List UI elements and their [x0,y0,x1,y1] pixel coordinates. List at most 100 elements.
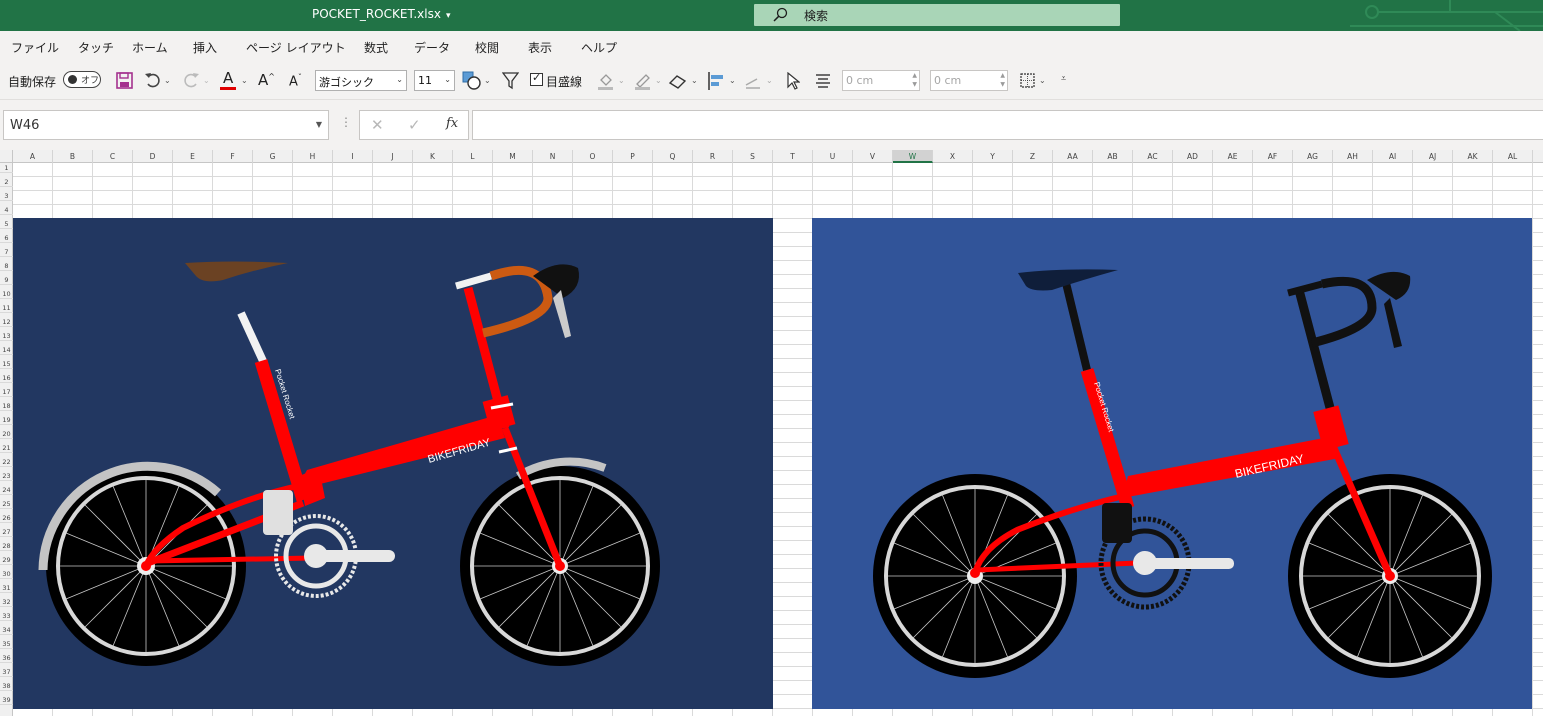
column-header[interactable]: W [893,150,933,163]
column-header[interactable]: H [293,150,333,163]
menu-home[interactable]: ホーム [132,39,168,56]
undo-icon[interactable] [144,72,162,89]
column-header[interactable]: E [173,150,213,163]
row-header[interactable]: 2 [0,177,13,187]
row-header[interactable]: 15 [0,359,13,369]
more-options-icon[interactable]: ⋮ [340,115,352,129]
formula-input[interactable] [472,110,1543,140]
column-header[interactable]: AE [1213,150,1253,163]
row-header[interactable]: 22 [0,457,13,467]
row-header[interactable]: 23 [0,471,13,481]
row-header[interactable]: 25 [0,499,13,509]
filter-icon[interactable] [502,72,519,90]
chevron-down-icon[interactable]: ▾ [446,11,451,21]
save-icon[interactable] [116,72,133,89]
row-header[interactable]: 14 [0,345,13,355]
row-header[interactable]: 32 [0,597,13,607]
eraser-dropdown-icon[interactable]: ⌄ [691,76,698,85]
row-header[interactable]: 16 [0,373,13,383]
row-header[interactable]: 31 [0,583,13,593]
row-header[interactable]: 11 [0,303,13,313]
cancel-icon[interactable]: ✕ [371,116,384,134]
column-header[interactable]: X [933,150,973,163]
row-header[interactable]: 29 [0,555,13,565]
row-header[interactable]: 30 [0,569,13,579]
customize-toolbar-icon[interactable]: ⩡ [1061,74,1066,84]
row-header[interactable]: 28 [0,541,13,551]
column-header[interactable]: F [213,150,253,163]
column-header[interactable]: AH [1333,150,1373,163]
text-align-icon[interactable] [815,73,831,88]
row-header[interactable]: 6 [0,233,13,243]
gridlines-checkbox[interactable]: ✓ [530,71,543,86]
row-header[interactable]: 36 [0,653,13,663]
column-header[interactable]: AG [1293,150,1333,163]
column-header[interactable]: L [453,150,493,163]
menu-insert[interactable]: 挿入 [193,39,217,56]
column-header[interactable]: P [613,150,653,163]
row-header[interactable]: 21 [0,443,13,453]
row-header[interactable]: 37 [0,667,13,677]
row-header[interactable]: 8 [0,261,13,271]
menu-view[interactable]: 表示 [528,39,552,56]
column-header[interactable]: O [573,150,613,163]
column-header[interactable]: AK [1453,150,1493,163]
row-header[interactable]: 17 [0,387,13,397]
shape-height-input[interactable]: 0 cm ▲ ▼ [842,70,920,91]
autosave-toggle[interactable]: オフ [63,71,101,88]
select-objects-icon[interactable] [786,72,800,90]
decrease-font-icon[interactable]: Aˇ [289,73,302,89]
font-name-select[interactable]: 游ゴシック ⌄ [315,70,407,91]
row-header[interactable]: 9 [0,275,13,285]
column-header[interactable]: Q [653,150,693,163]
row-header[interactable]: 27 [0,527,13,537]
menu-review[interactable]: 校閲 [475,39,499,56]
rotate-icon[interactable] [743,71,763,91]
row-header[interactable]: 7 [0,247,13,257]
line-color-icon[interactable] [633,71,653,91]
shapes-icon[interactable] [462,71,482,90]
menu-formulas[interactable]: 数式 [364,39,388,56]
column-header[interactable]: Z [1013,150,1053,163]
chevron-down-icon[interactable]: ▼ [316,120,322,129]
column-header[interactable]: AI [1373,150,1413,163]
spinner-icon[interactable]: ▲ ▼ [1000,71,1005,89]
row-header[interactable]: 4 [0,205,13,215]
column-header[interactable]: AL [1493,150,1533,163]
column-header[interactable]: A [13,150,53,163]
column-header[interactable]: AB [1093,150,1133,163]
row-header[interactable]: 35 [0,639,13,649]
row-header[interactable]: 13 [0,331,13,341]
column-header[interactable]: D [133,150,173,163]
column-header[interactable]: B [53,150,93,163]
row-header[interactable]: 38 [0,681,13,691]
rotate-dropdown-icon[interactable]: ⌄ [766,76,773,85]
column-header[interactable]: R [693,150,733,163]
row-header[interactable]: 12 [0,317,13,327]
row-header[interactable]: 10 [0,289,13,299]
row-header[interactable]: 34 [0,625,13,635]
row-header[interactable]: 1 [0,163,13,173]
redo-dropdown-icon[interactable]: ⌄ [203,76,210,85]
line-color-dropdown-icon[interactable]: ⌄ [655,76,662,85]
borders-icon[interactable] [1020,73,1035,88]
row-header[interactable]: 3 [0,191,13,201]
column-header[interactable]: AD [1173,150,1213,163]
row-header[interactable]: 33 [0,611,13,621]
enter-icon[interactable]: ✓ [408,116,421,134]
name-box[interactable]: W46 ▼ [3,110,329,140]
column-header[interactable]: U [813,150,853,163]
menu-data[interactable]: データ [414,39,450,56]
menu-help[interactable]: ヘルプ [581,39,617,56]
row-header[interactable]: 18 [0,401,13,411]
fill-color-dropdown-icon[interactable]: ⌄ [618,76,625,85]
align-dropdown-icon[interactable]: ⌄ [729,76,736,85]
column-header[interactable]: T [773,150,813,163]
column-header[interactable]: V [853,150,893,163]
shapes-dropdown-icon[interactable]: ⌄ [484,76,491,85]
menu-file[interactable]: ファイル [11,39,59,56]
row-header[interactable]: 24 [0,485,13,495]
menu-touch[interactable]: タッチ [78,39,114,56]
row-header[interactable]: 5 [0,219,13,229]
row-header[interactable]: 19 [0,415,13,425]
